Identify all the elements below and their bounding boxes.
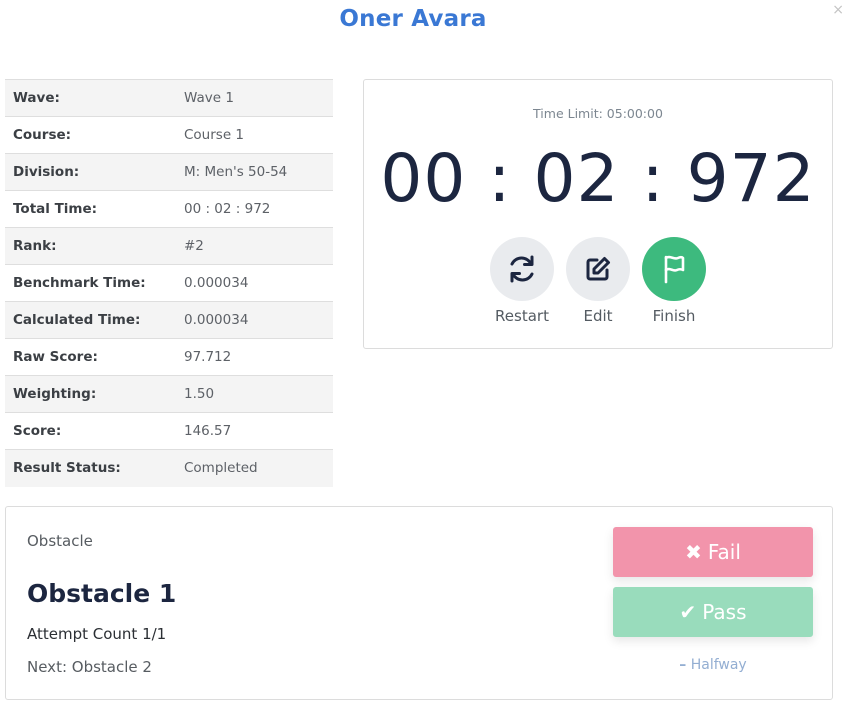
edit-control: Edit: [566, 237, 630, 325]
halfway-link[interactable]: – Halfway: [613, 657, 813, 673]
info-row-total-time: Total Time: 00 : 02 : 972: [5, 190, 333, 228]
restart-label: Restart: [495, 307, 549, 325]
info-row-benchmark-time: Benchmark Time: 0.000034: [5, 264, 333, 302]
refresh-icon: [510, 255, 534, 283]
info-value: 00 : 02 : 972: [184, 190, 333, 228]
pass-label: Pass: [702, 600, 747, 624]
info-value: 0.000034: [184, 301, 333, 339]
info-label: Score:: [5, 412, 184, 450]
time-limit: Time Limit: 05:00:00: [533, 106, 663, 121]
info-value: 146.57: [184, 412, 333, 450]
info-label: Division:: [5, 153, 184, 191]
info-row-weighting: Weighting: 1.50: [5, 375, 333, 413]
check-icon: ✔: [679, 600, 697, 624]
info-row-wave: Wave: Wave 1: [5, 79, 333, 117]
fail-label: Fail: [707, 540, 741, 564]
info-label: Wave:: [5, 79, 184, 117]
info-label: Benchmark Time:: [5, 264, 184, 302]
attempt-count: Attempt Count 1/1: [27, 625, 167, 643]
finish-label: Finish: [652, 307, 696, 325]
finish-button[interactable]: [642, 237, 706, 301]
info-row-course: Course: Course 1: [5, 116, 333, 154]
info-row-division: Division: M: Men's 50-54: [5, 153, 333, 191]
restart-button[interactable]: [490, 237, 554, 301]
minus-icon: –: [679, 657, 687, 673]
info-label: Result Status:: [5, 449, 184, 487]
obstacle-card: Obstacle Obstacle 1 Attempt Count 1/1 Ne…: [5, 506, 833, 700]
fail-button[interactable]: ✖ Fail: [613, 527, 813, 577]
info-value: 97.712: [184, 338, 333, 376]
info-value: 1.50: [184, 375, 333, 413]
info-label: Raw Score:: [5, 338, 184, 376]
finish-control: Finish: [642, 237, 706, 325]
info-value: Course 1: [184, 116, 333, 154]
x-icon: ✖: [685, 540, 702, 564]
info-label: Rank:: [5, 227, 184, 265]
info-value: Wave 1: [184, 79, 333, 117]
close-icon[interactable]: ×: [832, 2, 844, 18]
edit-label: Edit: [583, 307, 613, 325]
info-label: Course:: [5, 116, 184, 154]
edit-button[interactable]: [566, 237, 630, 301]
info-row-score: Score: 146.57: [5, 412, 333, 450]
info-value: 0.000034: [184, 264, 333, 302]
info-value: #2: [184, 227, 333, 265]
info-label: Calculated Time:: [5, 301, 184, 339]
info-row-rank: Rank: #2: [5, 227, 333, 265]
info-label: Weighting:: [5, 375, 184, 413]
edit-icon: [586, 257, 610, 281]
obstacle-section-label: Obstacle: [27, 532, 93, 550]
info-value: Completed: [184, 449, 333, 487]
info-row-result-status: Result Status: Completed: [5, 449, 333, 487]
pass-button[interactable]: ✔ Pass: [613, 587, 813, 637]
info-value: M: Men's 50-54: [184, 153, 333, 191]
info-row-calculated-time: Calculated Time: 0.000034: [5, 301, 333, 339]
timer-card: Time Limit: 05:00:00 00 : 02 : 972 Resta…: [363, 79, 833, 349]
flag-icon: [664, 255, 685, 284]
result-info-table: Wave: Wave 1 Course: Course 1 Division: …: [5, 79, 333, 487]
modal-title: Oner Avara: [339, 6, 487, 32]
info-label: Total Time:: [5, 190, 184, 228]
obstacle-name: Obstacle 1: [27, 579, 177, 608]
restart-control: Restart: [490, 237, 554, 325]
halfway-label: Halfway: [690, 657, 747, 673]
next-obstacle: Next: Obstacle 2: [27, 658, 152, 676]
info-row-raw-score: Raw Score: 97.712: [5, 338, 333, 376]
timer-clock: 00 : 02 : 972: [380, 140, 816, 217]
